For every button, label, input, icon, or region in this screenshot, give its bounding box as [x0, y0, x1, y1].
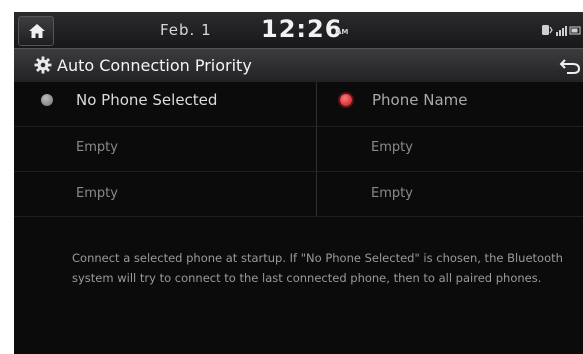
back-arrow-icon [559, 59, 581, 74]
radio-button-selected[interactable] [340, 94, 352, 106]
signal-bars-icon [556, 26, 567, 36]
home-icon [29, 24, 45, 38]
row-divider [14, 126, 583, 127]
priority-slot-right-1: Empty [371, 140, 413, 155]
option-label: No Phone Selected [76, 91, 218, 109]
status-bar: Feb. 1 12:26 AM [14, 12, 583, 48]
ampm-indicator: AM [336, 28, 349, 36]
back-button[interactable] [557, 53, 583, 79]
date-display: Feb. 1 [160, 21, 212, 39]
page-title: Auto Connection Priority [57, 56, 252, 75]
priority-slot-right-2: Empty [371, 186, 413, 201]
radio-button-unselected[interactable] [41, 94, 53, 106]
bluetooth-phone-icon [542, 25, 553, 35]
row-divider [14, 216, 583, 217]
priority-options: No Phone Selected Phone Name Empty Empty… [14, 82, 583, 354]
priority-slot-left-1: Empty [76, 140, 118, 155]
head-unit-screen: Feb. 1 12:26 AM Auto Connection Priority… [14, 12, 583, 354]
priority-slot-left-2: Empty [76, 186, 118, 201]
battery-icon [569, 26, 581, 35]
row-divider [14, 171, 583, 172]
gear-icon [34, 56, 52, 74]
option-label: Phone Name [372, 91, 468, 109]
home-button[interactable] [18, 16, 54, 46]
clock-display: 12:26 [261, 15, 343, 43]
status-icons [542, 25, 581, 36]
title-bar: Auto Connection Priority [14, 48, 583, 82]
option-phone-name[interactable]: Phone Name [317, 82, 583, 118]
option-no-phone-selected[interactable]: No Phone Selected [14, 82, 316, 118]
help-description: Connect a selected phone at startup. If … [72, 251, 563, 285]
